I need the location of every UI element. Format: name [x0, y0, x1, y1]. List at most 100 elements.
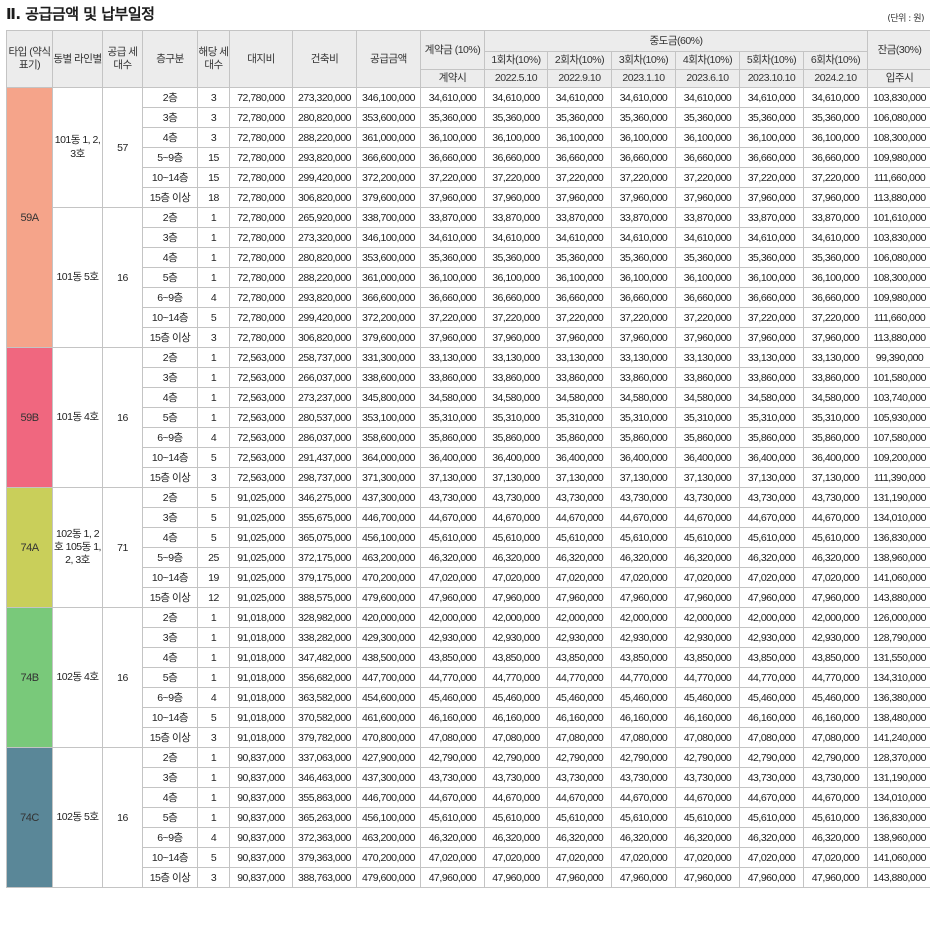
table-row: 4층 3 72,780,000 288,220,000 361,000,000 36,10…	[7, 127, 930, 148]
supply-amount-cell: 470,200,000	[356, 567, 421, 588]
installment-2-cell: 34,610,000	[547, 227, 612, 248]
installment-5-cell: 35,310,000	[739, 407, 804, 428]
installment-4-cell: 37,220,000	[675, 307, 740, 328]
installment-3-cell: 37,220,000	[611, 167, 676, 188]
col-supply-amount: 공급금액	[356, 30, 421, 88]
installment-6-cell: 34,610,000	[803, 87, 868, 108]
table-row: 3층 1 91,018,000 338,282,000 429,300,000 42,93…	[7, 627, 930, 648]
installment-1-cell: 46,320,000	[484, 547, 548, 568]
installment-5-cell: 44,770,000	[739, 667, 804, 688]
installment-3-cell: 46,320,000	[611, 547, 676, 568]
balance-cell: 108,300,000	[867, 127, 930, 148]
supply-amount-cell: 437,300,000	[356, 767, 421, 788]
installment-2-cell: 47,960,000	[547, 587, 612, 608]
installment-3-cell: 35,860,000	[611, 427, 676, 448]
installment-6-cell: 46,320,000	[803, 547, 868, 568]
installment-5-cell: 46,320,000	[739, 547, 804, 568]
supply-units-cell: 16	[102, 347, 143, 488]
installment-6-cell: 33,130,000	[803, 347, 868, 368]
installment-5-cell: 43,850,000	[739, 647, 804, 668]
installment-2-cell: 37,960,000	[547, 187, 612, 208]
contract-cell: 45,460,000	[420, 687, 485, 708]
supply-amount-cell: 427,900,000	[356, 747, 421, 768]
balance-cell: 134,010,000	[867, 507, 930, 528]
floor-cell: 10~14층	[142, 847, 198, 868]
section-title: Ⅱ. 공급금액 및 납부일정	[6, 5, 155, 23]
installment-2-cell: 34,580,000	[547, 387, 612, 408]
contract-cell: 36,660,000	[420, 147, 485, 168]
balance-cell: 111,660,000	[867, 167, 930, 188]
installment-1-cell: 36,660,000	[484, 147, 548, 168]
installment-1-cell: 47,080,000	[484, 727, 548, 748]
balance-cell: 103,740,000	[867, 387, 930, 408]
land-cell: 72,780,000	[229, 267, 293, 288]
land-cell: 91,018,000	[229, 647, 293, 668]
installment-4-cell: 45,460,000	[675, 687, 740, 708]
balance-cell: 111,660,000	[867, 307, 930, 328]
land-cell: 72,563,000	[229, 427, 293, 448]
contract-cell: 37,960,000	[420, 327, 485, 348]
building-cell: 286,037,000	[292, 427, 357, 448]
table-row: 4층 1 90,837,000 355,863,000 446,700,000 44,67…	[7, 787, 930, 808]
installment-6-cell: 37,220,000	[803, 307, 868, 328]
supply-amount-cell: 345,800,000	[356, 387, 421, 408]
table-row: 101동 5호 16 2층 1 72,780,000 265,920,000 338,700…	[7, 207, 930, 348]
contract-cell: 35,860,000	[420, 427, 485, 448]
land-cell: 90,837,000	[229, 867, 293, 888]
balance-cell: 143,880,000	[867, 867, 930, 888]
installment-1-cell: 37,220,000	[484, 167, 548, 188]
land-cell: 72,563,000	[229, 367, 293, 388]
land-cell: 72,563,000	[229, 447, 293, 468]
installment-3-cell: 47,080,000	[611, 727, 676, 748]
installment-4-cell: 47,960,000	[675, 587, 740, 608]
installment-5-cell: 37,130,000	[739, 467, 804, 488]
balance-cell: 99,390,000	[867, 347, 930, 368]
installment-5-cell: 36,100,000	[739, 267, 804, 288]
supply-units-cell: 16	[102, 207, 143, 348]
installment-1-cell: 33,130,000	[484, 347, 548, 368]
col-balance: 잔금(30%)	[867, 30, 930, 70]
units-cell: 5	[197, 307, 230, 328]
installment-1-cell: 46,320,000	[484, 827, 548, 848]
building-cell: 355,863,000	[292, 787, 357, 808]
installment-4-cell: 46,320,000	[675, 827, 740, 848]
installment-4-cell: 43,850,000	[675, 647, 740, 668]
floor-cell: 4층	[142, 787, 198, 808]
balance-cell: 134,310,000	[867, 667, 930, 688]
installment-6-cell: 46,320,000	[803, 827, 868, 848]
installment-2-cell: 33,860,000	[547, 367, 612, 388]
installment-6-cell: 47,020,000	[803, 847, 868, 868]
installment-5-cell: 47,960,000	[739, 587, 804, 608]
installment-1-cell: 42,790,000	[484, 747, 548, 768]
building-cell: 299,420,000	[292, 167, 357, 188]
installment-2-cell: 43,850,000	[547, 647, 612, 668]
installment-4-cell: 36,100,000	[675, 127, 740, 148]
balance-cell: 106,080,000	[867, 107, 930, 128]
contract-cell: 45,610,000	[420, 807, 485, 828]
supply-amount-cell: 438,500,000	[356, 647, 421, 668]
table-body: 59A 101동 1, 2, 3호 57 2층 3 72,780,000 273,320,0…	[6, 87, 930, 888]
installment-1-cell: 34,580,000	[484, 387, 548, 408]
land-cell: 91,025,000	[229, 527, 293, 548]
installment-3-cell: 47,960,000	[611, 867, 676, 888]
installment-3-cell: 34,610,000	[611, 87, 676, 108]
col-installment-4: 4회차(10%)	[675, 51, 740, 70]
table-row: 3층 1 72,780,000 273,320,000 346,100,000 34,61…	[7, 227, 930, 248]
installment-2-cell: 44,670,000	[547, 787, 612, 808]
land-cell: 91,018,000	[229, 667, 293, 688]
contract-cell: 37,220,000	[420, 307, 485, 328]
land-cell: 72,780,000	[229, 87, 293, 108]
balance-cell: 107,580,000	[867, 427, 930, 448]
line-cell: 101동 1, 2, 3호	[52, 87, 103, 208]
balance-cell: 101,580,000	[867, 367, 930, 388]
building-cell: 372,363,000	[292, 827, 357, 848]
installment-3-cell: 36,100,000	[611, 267, 676, 288]
installment-4-cell: 34,610,000	[675, 87, 740, 108]
table-row: 6~9층 4 90,837,000 372,363,000 463,200,000 46,…	[7, 827, 930, 848]
installment-5-cell: 34,610,000	[739, 87, 804, 108]
installment-6-cell: 33,870,000	[803, 207, 868, 228]
installment-6-cell: 44,770,000	[803, 667, 868, 688]
building-cell: 370,582,000	[292, 707, 357, 728]
floor-cell: 10~14층	[142, 567, 198, 588]
units-cell: 5	[197, 507, 230, 528]
